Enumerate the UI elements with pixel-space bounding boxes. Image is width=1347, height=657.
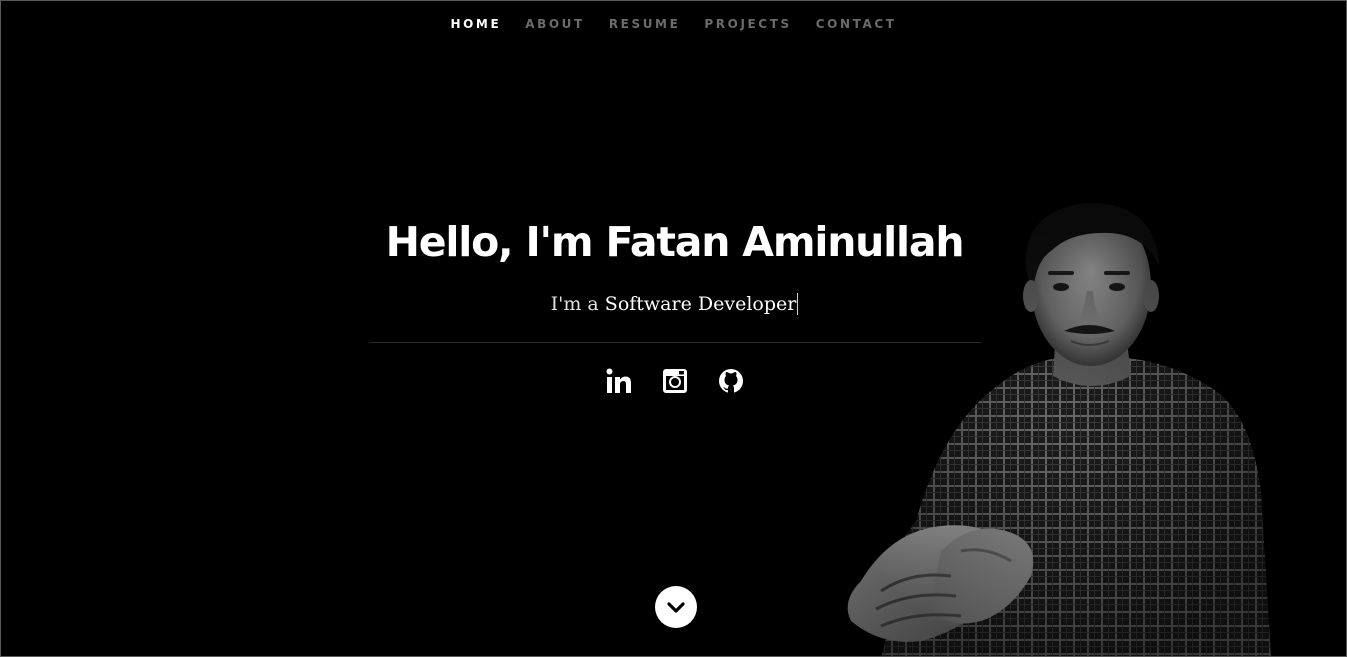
github-icon [718,369,743,393]
nav-home-link[interactable]: HOME [450,17,501,31]
social-links [1,367,1346,395]
linkedin-link[interactable] [606,367,632,395]
nav-projects-link[interactable]: PROJECTS [704,17,791,31]
nav-contact-link[interactable]: CONTACT [816,17,897,31]
page: HOME ABOUT RESUME PROJECTS CONTACT Hello… [0,0,1347,657]
tagline-role: Software Developer [604,293,797,315]
linkedin-icon [606,368,631,393]
page-title: Hello, I'm Fatan Aminullah [385,218,965,266]
instagram-icon [662,369,687,393]
nav-resume-link[interactable]: RESUME [609,17,681,31]
typing-cursor [797,293,799,315]
instagram-link[interactable] [662,367,688,395]
divider [369,342,981,343]
main-nav: HOME ABOUT RESUME PROJECTS CONTACT [1,17,1346,31]
tagline: I'm a Software Developer [1,293,1346,315]
tagline-prefix: I'm a [550,293,605,315]
github-link[interactable] [718,367,744,395]
scroll-down-button[interactable] [655,586,697,628]
chevron-down-icon [667,602,685,613]
banner: Hello, I'm Fatan Aminullah I'm a Softwar… [1,213,1346,315]
nav-about-link[interactable]: ABOUT [525,17,585,31]
